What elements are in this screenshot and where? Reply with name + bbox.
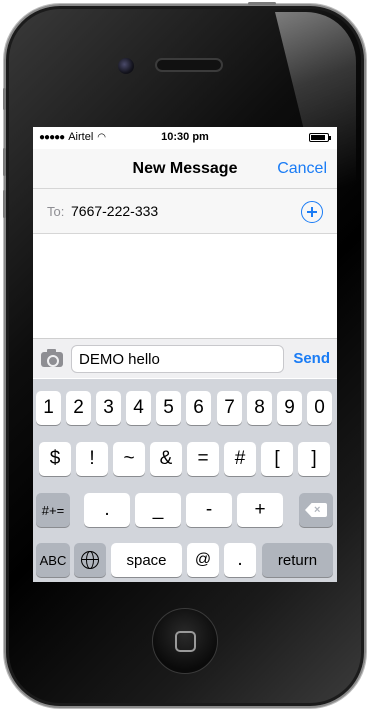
volume-down-button: [3, 190, 6, 218]
space-key[interactable]: space: [111, 543, 182, 577]
key-hash[interactable]: #: [224, 442, 256, 476]
key-hyphen[interactable]: -: [186, 493, 232, 527]
key-shift-symbols[interactable]: #+=: [36, 493, 70, 527]
volume-up-button: [3, 148, 6, 176]
message-input[interactable]: DEMO hello: [71, 345, 284, 373]
key-equals[interactable]: =: [187, 442, 219, 476]
key-plus[interactable]: +: [237, 493, 283, 527]
front-camera: [118, 58, 134, 74]
key-exclamation[interactable]: !: [76, 442, 108, 476]
globe-icon: [81, 551, 99, 569]
key-8[interactable]: 8: [247, 391, 272, 425]
send-button[interactable]: Send: [293, 350, 330, 367]
key-tilde[interactable]: ~: [113, 442, 145, 476]
message-thread-area: [33, 234, 337, 338]
battery-icon: [309, 133, 331, 142]
key-abc[interactable]: ABC: [36, 543, 70, 577]
earpiece-speaker: [155, 58, 223, 72]
key-9[interactable]: 9: [277, 391, 302, 425]
compose-bar: DEMO hello Send: [33, 338, 337, 378]
plus-circle-icon[interactable]: [301, 201, 323, 223]
backspace-icon: ×: [305, 503, 327, 517]
mute-switch: [3, 88, 6, 110]
key-7[interactable]: 7: [217, 391, 242, 425]
power-button: [248, 2, 276, 5]
key-at[interactable]: @: [187, 543, 219, 577]
key-2[interactable]: 2: [66, 391, 91, 425]
recipient-field[interactable]: 7667-222-333: [71, 203, 158, 219]
key-4[interactable]: 4: [126, 391, 151, 425]
status-bar: ●●●●● Airtel ◠ 10:30 pm: [33, 127, 337, 149]
to-label: To:: [47, 204, 65, 219]
key-period[interactable]: .: [84, 493, 130, 527]
key-dot[interactable]: .: [224, 543, 256, 577]
key-3[interactable]: 3: [96, 391, 121, 425]
key-1[interactable]: 1: [36, 391, 61, 425]
key-5[interactable]: 5: [156, 391, 181, 425]
nav-bar: New Message Cancel: [33, 149, 337, 189]
camera-icon[interactable]: [41, 349, 63, 367]
home-button[interactable]: [152, 608, 218, 674]
return-key[interactable]: return: [262, 543, 333, 577]
globe-key[interactable]: [74, 543, 106, 577]
recipient-row: To: 7667-222-333: [33, 189, 337, 234]
key-underscore[interactable]: _: [135, 493, 181, 527]
key-0[interactable]: 0: [307, 391, 332, 425]
key-right-bracket[interactable]: ]: [298, 442, 330, 476]
battery-level: [311, 135, 325, 140]
keyboard: 1 2 3 4 5 6 7 8 9 0 $ ! ~ & = # [ ] #+= …: [33, 379, 337, 582]
status-time: 10:30 pm: [161, 131, 209, 143]
phone-screen: ●●●●● Airtel ◠ 10:30 pm New Message Canc…: [33, 127, 337, 582]
key-left-bracket[interactable]: [: [261, 442, 293, 476]
backspace-key[interactable]: ×: [299, 493, 333, 527]
home-square-icon: [175, 631, 196, 652]
key-6[interactable]: 6: [186, 391, 211, 425]
cancel-button[interactable]: Cancel: [277, 160, 327, 178]
key-ampersand[interactable]: &: [150, 442, 182, 476]
key-dollar[interactable]: $: [39, 442, 71, 476]
